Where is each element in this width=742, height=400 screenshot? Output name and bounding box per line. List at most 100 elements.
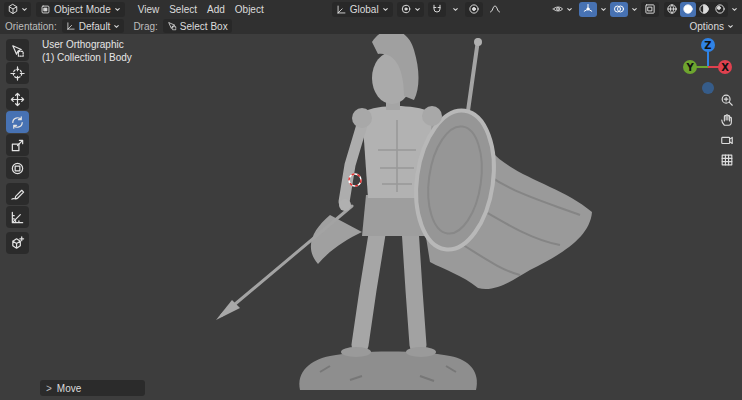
orientation-axes-icon [66,21,76,31]
axis-handle[interactable]: Z [701,38,715,52]
transform-controls: Global [332,2,503,17]
drag-value: Select Box [180,19,228,34]
3d-viewport[interactable]: User Orthographic(1) Collection | Body Z… [0,34,742,400]
falloff-dropdown[interactable] [487,2,503,17]
menu-item[interactable]: Object [230,2,269,17]
view-name: User Orthographic [42,38,132,51]
tool-button[interactable] [6,232,29,254]
icon-holder [727,23,734,30]
tool-button[interactable] [6,111,29,133]
header-bar: Object Mode ViewSelectAddObject Global [0,0,742,18]
menu-item[interactable]: Add [202,2,230,17]
magnet-icon [431,3,443,15]
rotate-icon [10,115,25,130]
mode-label: Object Mode [54,2,111,17]
chevron-down-icon [382,6,389,13]
3d-cursor-icon[interactable] [349,174,361,186]
svg-text:Y: Y [685,62,694,73]
chevron-down-icon [114,6,121,13]
add-cube-icon [10,236,25,251]
pivot-point-dropdown[interactable] [397,2,424,17]
gizmo-icon [582,3,594,15]
transform-icon [10,161,25,176]
chevron-down-icon [414,6,421,13]
chevron-down-icon [727,23,734,30]
options-dropdown[interactable]: Options [687,19,737,34]
material-sphere-icon [698,3,710,15]
move-icon [10,92,25,107]
options-label: Options [690,19,724,34]
orientation-setting-label: Orientation: [5,19,57,34]
svg-text:Z: Z [704,40,711,51]
solid-sphere-icon [682,3,694,15]
grid-icon [720,153,734,167]
gizmos-toggle[interactable] [579,2,597,17]
operator-label: Move [57,381,81,396]
ortho-toggle-button[interactable] [718,151,736,169]
tool-button[interactable] [6,183,29,205]
xray-toggle[interactable] [641,2,659,17]
drag-label: Drag: [133,19,157,34]
drag-dropdown[interactable]: Select Box [163,19,232,33]
axis-handle[interactable]: X [718,60,732,74]
icon-holder [113,23,120,30]
tool-group [6,88,29,179]
zoom-button[interactable] [718,91,736,109]
visibility-icon [552,3,564,15]
rendered-shading-button[interactable] [712,2,728,17]
icon-holder [66,21,76,31]
axis-handle[interactable]: Y [683,60,697,74]
pivot-point-icon [400,3,412,15]
viewport-display-controls [549,2,738,17]
select-box-icon [10,43,25,58]
orientation-dropdown[interactable]: Default [62,19,125,33]
wireframe-icon [666,3,678,15]
icon-holder [631,6,638,13]
wireframe-shading-button[interactable] [664,2,680,17]
solid-shading-button[interactable] [680,2,696,17]
shading-modes [664,2,728,17]
editor-type-button[interactable] [4,2,31,17]
icon-holder [382,6,389,13]
snapping-toggle[interactable] [428,2,446,17]
tool-button[interactable] [6,157,29,179]
rendered-sphere-icon [714,3,726,15]
sculpture-model[interactable] [0,34,742,400]
navigation-gizmo[interactable]: ZX Y [680,37,738,97]
tool-button[interactable] [6,206,29,228]
chevron-down-icon [452,6,459,13]
panel-toggle[interactable]: > [46,381,52,396]
tool-button[interactable] [6,134,29,156]
snapping-options[interactable] [450,2,461,17]
editor-type-icon [7,3,19,15]
tool-button[interactable] [6,88,29,110]
camera-view-button[interactable] [718,131,736,149]
transform-orientation-dropdown[interactable]: Global [332,2,393,17]
icon-holder [336,4,347,15]
mode-dropdown[interactable]: Object Mode [36,2,125,17]
object-mode-icon [40,4,51,15]
menu-item[interactable]: View [133,2,165,17]
pan-button[interactable] [718,111,736,129]
icon-holder [731,6,738,13]
visibility-dropdown[interactable] [549,2,576,17]
navigation-controls [718,91,736,169]
tool-group [6,39,29,84]
camera-icon [720,133,734,147]
tool-button[interactable] [6,62,29,84]
icon-holder [114,6,121,13]
annotate-icon [10,187,25,202]
chevron-down-icon [600,6,607,13]
measure-icon [10,210,25,225]
menu-item[interactable]: Select [164,2,202,17]
select-box-icon [167,21,177,31]
material-shading-button[interactable] [696,2,712,17]
chevron-down-icon [21,6,28,13]
chevron-down-icon [566,6,573,13]
negative-z-axis-icon[interactable] [702,82,714,94]
orientation-value: Default [79,19,111,34]
last-operator-panel[interactable]: > Move [40,380,145,396]
overlays-toggle[interactable] [610,2,628,17]
tool-button[interactable] [6,39,29,61]
proportional-editing-toggle[interactable] [465,2,483,17]
